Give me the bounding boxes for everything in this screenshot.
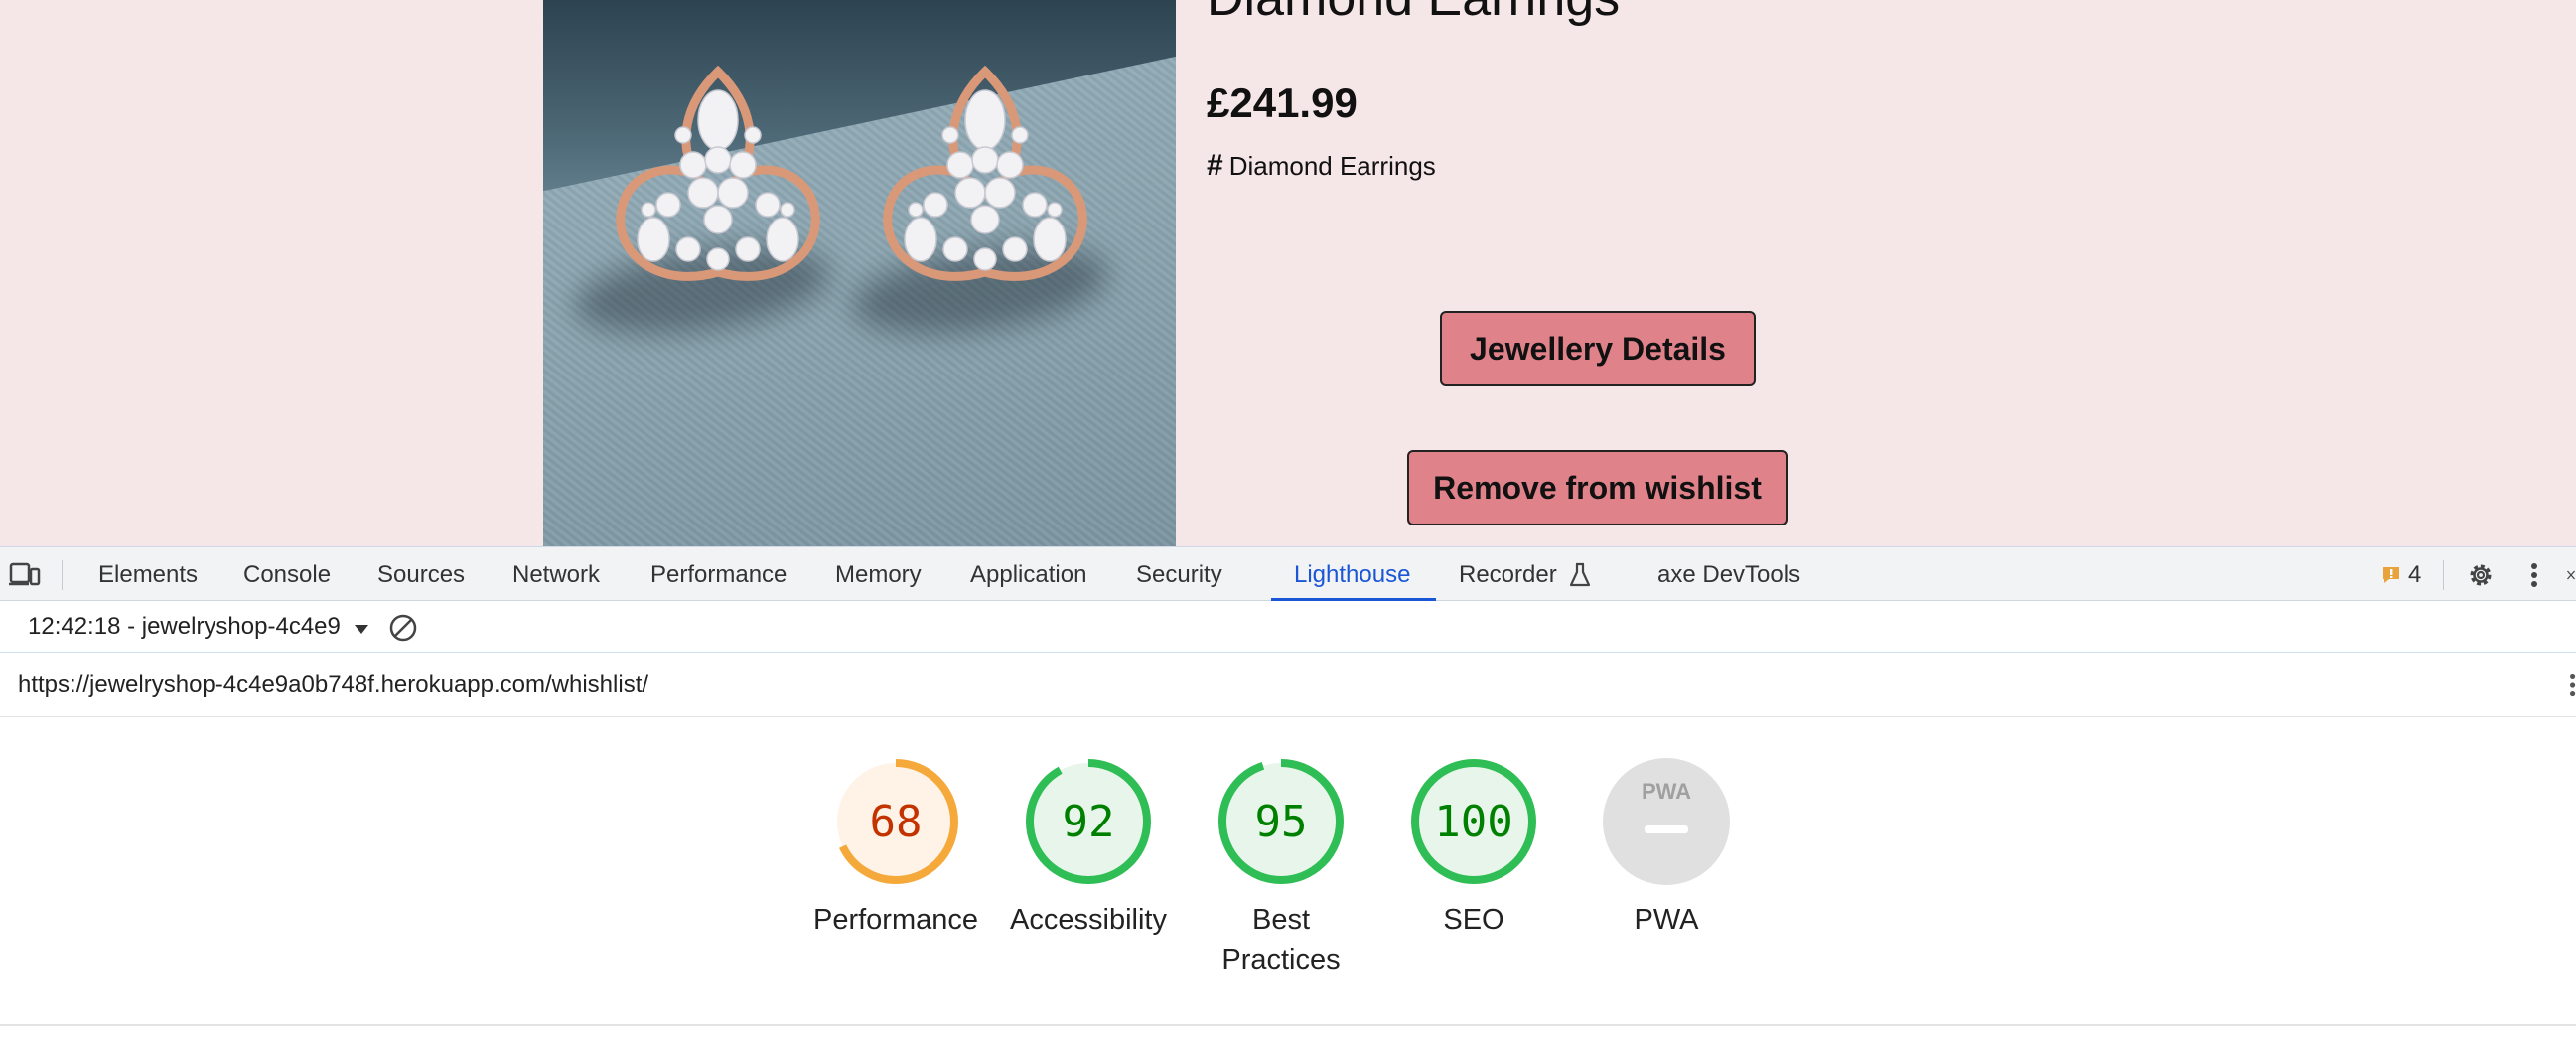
report-url-bar: https://jewelryshop-4c4e9a0b748f.herokua…: [0, 653, 2576, 717]
gauge-performance[interactable]: 68 Performance: [799, 757, 992, 940]
tab-memory[interactable]: Memory: [835, 547, 922, 602]
gauge-label: Accessibility: [1010, 904, 1167, 936]
gauge-ring: 92: [1026, 759, 1151, 884]
devtools-panel: Elements Console Sources Network Perform…: [0, 546, 2576, 1049]
earring-left: [616, 66, 820, 281]
tab-performance[interactable]: Performance: [650, 547, 787, 602]
page-viewport: Diamond Earrings £241.99 # Diamond Earri…: [0, 0, 2576, 546]
close-icon[interactable]: [2566, 561, 2576, 589]
gauge-ring: 100: [1411, 759, 1536, 884]
report-selector[interactable]: 12:42:18 - jewelryshop-4c4e9: [28, 601, 369, 653]
product-category-label: Diamond Earrings: [1228, 150, 1436, 181]
gauge-label: SEO: [1443, 904, 1504, 936]
gauge-ring: PWA: [1603, 758, 1730, 885]
gauge-ring: 68: [833, 759, 958, 884]
gauge-score: 92: [1063, 797, 1115, 847]
tab-separator: [2443, 560, 2444, 590]
product-title: Diamond Earrings: [1207, 0, 1620, 28]
lighthouse-toolbar: 12:42:18 - jewelryshop-4c4e9: [0, 601, 2576, 653]
devtools-tabbar: Elements Console Sources Network Perform…: [0, 546, 2576, 601]
pwa-dash-icon: [1645, 825, 1688, 833]
jewellery-details-button[interactable]: Jewellery Details: [1440, 311, 1756, 386]
report-selector-label: 12:42:18 - jewelryshop-4c4e9: [28, 613, 341, 640]
issues-flag-icon[interactable]: [2379, 563, 2403, 587]
tab-security[interactable]: Security: [1136, 547, 1222, 602]
flask-icon: [1567, 561, 1593, 589]
kebab-menu-icon[interactable]: [2564, 671, 2576, 700]
earring-right: [883, 66, 1087, 281]
remove-from-wishlist-button[interactable]: Remove from wishlist: [1407, 450, 1788, 525]
gauge-label-line: Best: [1251, 904, 1311, 936]
gauge-ring: 95: [1218, 759, 1344, 884]
tab-network[interactable]: Network: [512, 547, 600, 602]
report-url: https://jewelryshop-4c4e9a0b748f.herokua…: [18, 672, 649, 698]
hash-icon: #: [1207, 149, 1223, 182]
product-price: £241.99: [1207, 79, 1358, 126]
gauge-pwa[interactable]: PWA PWA: [1570, 757, 1763, 940]
tab-separator: [62, 560, 63, 590]
tab-sources[interactable]: Sources: [377, 547, 465, 602]
gauge-best-practices[interactable]: 95 Best Practices: [1185, 757, 1377, 979]
product-category: # Diamond Earrings: [1207, 149, 1436, 183]
gauge-label-line: Practices: [1221, 944, 1341, 975]
gauge-accessibility[interactable]: 92 Accessibility: [992, 757, 1185, 940]
device-toggle-icon[interactable]: [8, 559, 42, 589]
divider: [0, 1024, 2576, 1026]
gauge-label: Performance: [812, 904, 978, 936]
gauge-label: PWA: [1634, 904, 1699, 936]
tab-axe-devtools[interactable]: axe DevTools: [1657, 547, 1800, 602]
gauge-score: 95: [1255, 797, 1308, 847]
gear-icon[interactable]: [2465, 559, 2497, 591]
tab-recorder[interactable]: Recorder: [1459, 547, 1557, 602]
gauge-seo[interactable]: 100 SEO: [1377, 757, 1570, 940]
dropdown-arrow-icon: [354, 602, 369, 654]
gauge-score: 68: [870, 797, 923, 847]
gauge-fill: [1603, 758, 1730, 885]
tab-elements[interactable]: Elements: [98, 547, 198, 602]
issues-count[interactable]: 4: [2408, 547, 2421, 602]
tab-console[interactable]: Console: [243, 547, 331, 602]
clear-icon[interactable]: [387, 612, 419, 644]
gauge-label: Best Practices: [1185, 900, 1377, 979]
tab-lighthouse[interactable]: Lighthouse: [1294, 547, 1410, 602]
product-image: [543, 0, 1176, 546]
tab-application[interactable]: Application: [970, 547, 1086, 602]
pwa-badge: PWA: [1642, 779, 1691, 804]
kebab-menu-icon[interactable]: [2524, 559, 2544, 591]
gauge-score: 100: [1434, 797, 1512, 847]
